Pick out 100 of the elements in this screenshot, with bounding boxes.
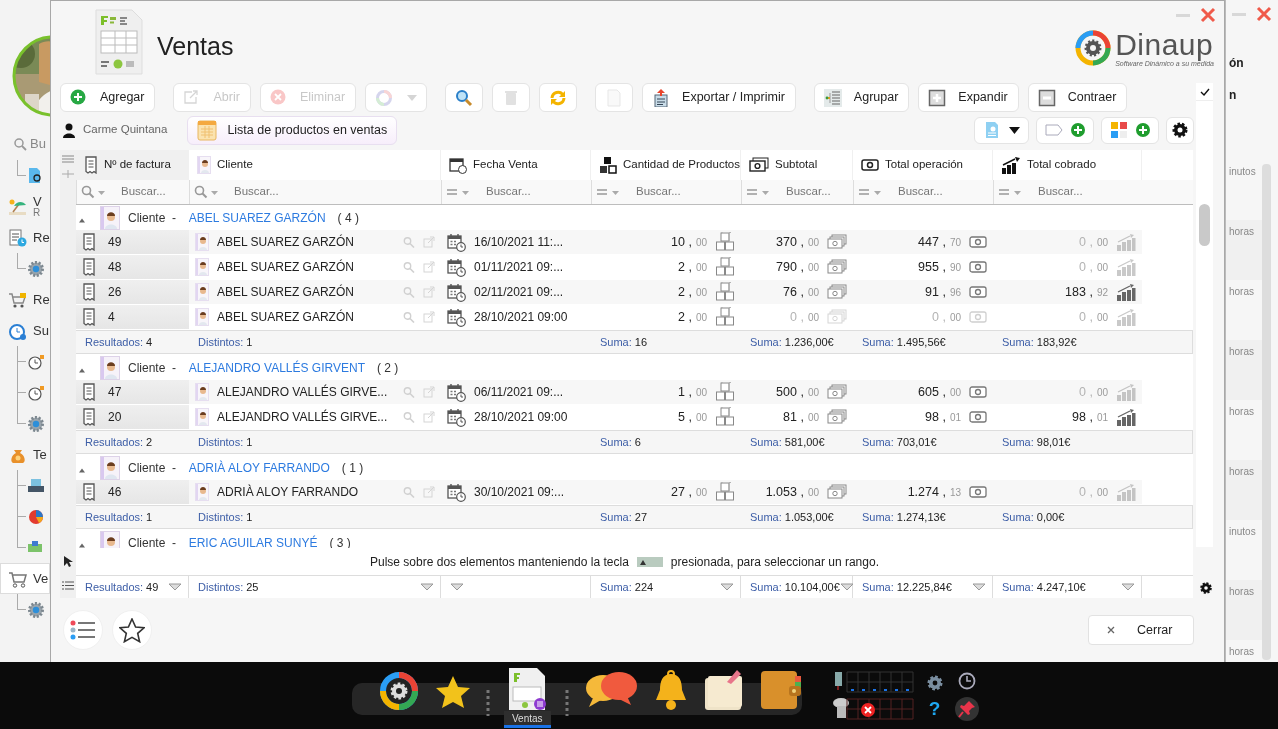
settings-icon (1171, 121, 1189, 139)
external-link-icon[interactable] (423, 411, 436, 423)
summary-text: Suma: 581,00€ (750, 434, 825, 450)
search-icon[interactable] (403, 411, 416, 423)
search-icon[interactable] (403, 386, 416, 398)
search-field[interactable]: Buscar... (786, 183, 886, 201)
search-filter-icon[interactable] (194, 185, 220, 199)
settings-button[interactable] (1166, 116, 1194, 144)
pie-icon[interactable] (27, 507, 45, 526)
tag-add-button[interactable] (1036, 116, 1094, 144)
amount-text: 98 , 01 (1072, 408, 1108, 426)
summary-text: Suma: 1.495,56€ (862, 334, 946, 350)
summary-text: Suma: 16 (600, 334, 648, 350)
collapse-button[interactable]: Contraer (1027, 83, 1128, 112)
group-name-link[interactable]: ERIC AGUILAR SUNYÉ (188, 533, 318, 548)
scrollbar[interactable] (1262, 164, 1271, 660)
group-count: ( 1 ) (341, 459, 364, 477)
search-icon[interactable] (403, 286, 415, 298)
search-field[interactable]: Buscar... (1038, 183, 1138, 201)
summary-text: Resultados: 49 (85, 579, 159, 595)
search-icon[interactable] (403, 311, 415, 323)
collapse-caret-icon[interactable] (78, 466, 86, 473)
dropdown-icon[interactable] (1121, 583, 1135, 591)
amount-text: 76 , 00 (783, 283, 819, 301)
taskbar-app[interactable]: Ventas (504, 666, 551, 728)
summary-text: Suma: 10.104,00€ (750, 579, 840, 595)
search-field[interactable]: Buscar... (898, 183, 998, 201)
bar-chart-icon (1116, 283, 1136, 301)
group-name-link[interactable]: ADRIÀ ALOY FARRANDO (188, 458, 330, 477)
clock-icon[interactable] (27, 383, 45, 402)
external-link-icon[interactable] (423, 261, 435, 273)
list-button[interactable] (63, 610, 103, 650)
sidebar-item[interactable]: Te (0, 439, 50, 470)
search-icon[interactable] (403, 236, 415, 248)
calc-add-button[interactable] (1101, 116, 1159, 144)
close-button[interactable]: Cerrar (1088, 615, 1194, 645)
column-header[interactable]: Nº de factura (76, 150, 189, 180)
client-name: ABEL SUAREZ GARZÓN (217, 283, 354, 301)
refresh-button[interactable] (539, 83, 578, 112)
sidebar-item[interactable]: Su (0, 315, 50, 346)
sidebar-label: Ve (33, 572, 49, 585)
search-filter-icon[interactable] (81, 185, 107, 199)
register-icon[interactable] (27, 476, 45, 495)
document-menu-button[interactable] (974, 116, 1029, 144)
external-link-icon[interactable] (423, 311, 435, 323)
export-button[interactable]: Exportar / Imprimir (642, 83, 796, 112)
taskbar-app[interactable] (702, 667, 745, 712)
gear-icon[interactable] (27, 259, 45, 278)
dropdown-icon[interactable] (420, 583, 434, 591)
group-name-link[interactable]: ALEJANDRO VALLÉS GIRVENT (188, 358, 365, 377)
dropdown-icon[interactable] (450, 583, 464, 591)
search-icon[interactable] (403, 261, 415, 273)
clock-icon[interactable] (956, 670, 977, 691)
group-button[interactable]: Agrupar (813, 83, 910, 112)
favorite-button[interactable] (112, 610, 152, 650)
gear-icon[interactable] (27, 600, 45, 619)
column-width-icon (61, 169, 75, 179)
collapse-caret-icon[interactable] (78, 216, 86, 223)
dropdown-icon[interactable] (839, 583, 854, 591)
client-name: ABEL SUAREZ GARZÓN (217, 233, 354, 251)
bar-chart-icon (1116, 233, 1136, 251)
search-button[interactable] (445, 83, 484, 112)
pin-icon[interactable] (954, 696, 979, 721)
tab[interactable]: Lista de productos en ventas (187, 115, 398, 145)
person-icon (195, 233, 209, 251)
amount-text: 0 , 00 (1078, 483, 1108, 501)
search-field[interactable]: Buscar... (121, 183, 221, 201)
sidebar-item[interactable]: Ve (0, 563, 50, 594)
search-icon[interactable] (403, 486, 415, 498)
amount-text: 0 , 00 (789, 308, 819, 326)
calculator-icon (1110, 121, 1128, 139)
group-name-link[interactable]: ABEL SUAREZ GARZÓN (188, 208, 326, 227)
close-icon[interactable] (1200, 7, 1216, 23)
receipt-icon (82, 308, 96, 326)
collapse-caret-icon[interactable] (78, 366, 86, 373)
add-button[interactable]: Agregar (60, 83, 156, 112)
time-text: horas (1228, 645, 1255, 659)
group-label: Cliente - (128, 359, 178, 377)
clock-icon[interactable] (27, 352, 45, 371)
dropdown-icon[interactable] (720, 583, 734, 591)
sidebar-item[interactable]: V R (0, 191, 50, 222)
gear-icon[interactable] (27, 414, 45, 433)
time-text: horas (1226, 220, 1264, 280)
taskbar-app[interactable] (378, 669, 420, 712)
sidebar-item[interactable]: Re (0, 284, 50, 315)
search-field[interactable]: Buscar... (636, 183, 736, 201)
user-icon (63, 122, 75, 138)
scrollbar-thumb[interactable] (1199, 204, 1210, 246)
dropdown-icon[interactable] (972, 583, 986, 591)
search-field[interactable]: Buscar... (486, 183, 586, 201)
sidebar-item[interactable]: Re (0, 222, 50, 253)
settings-icon[interactable] (1199, 581, 1213, 595)
bar-chart-icon (1116, 308, 1136, 326)
search-field[interactable]: Buscar... (234, 183, 334, 201)
dropdown-icon[interactable] (168, 583, 182, 591)
panel-text: n (1228, 87, 1238, 104)
help-button[interactable]: ? (928, 699, 941, 718)
time-text: horas (1226, 580, 1264, 640)
expand-button[interactable]: Expandir (918, 83, 1019, 112)
close-icon[interactable] (1256, 6, 1272, 22)
